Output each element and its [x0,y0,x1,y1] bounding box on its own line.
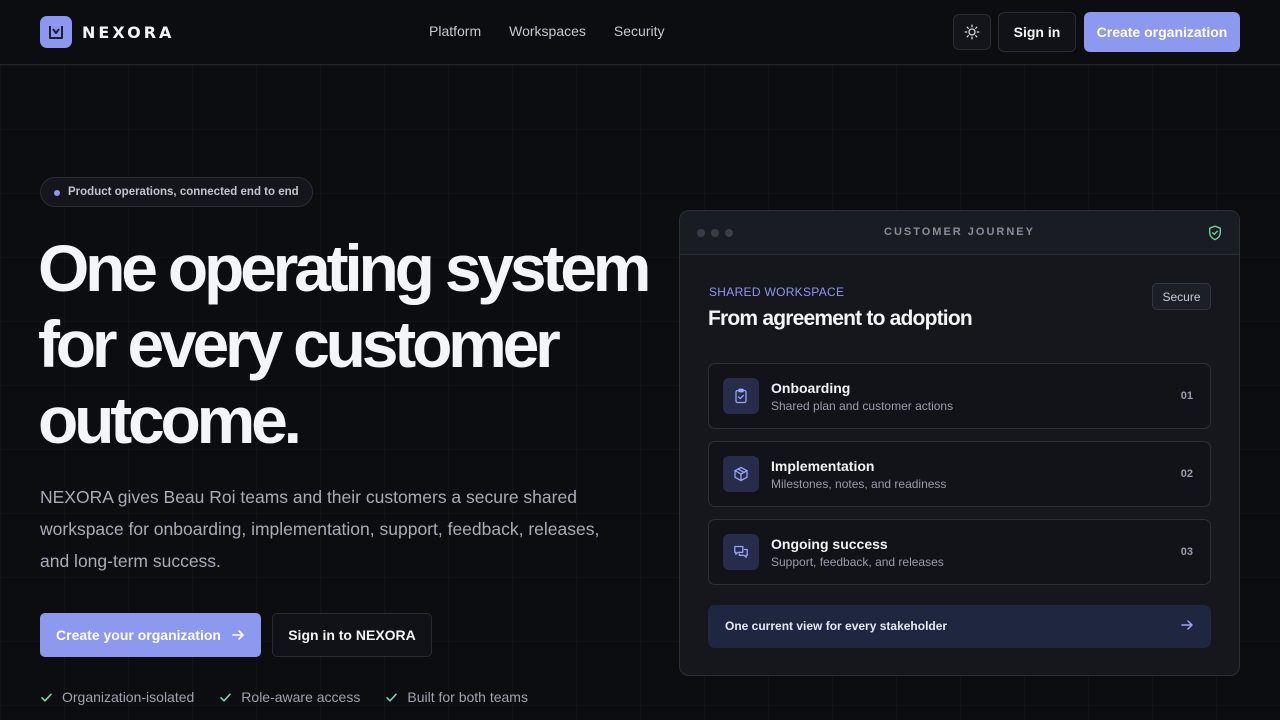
journey-step-onboarding[interactable]: Onboarding Shared plan and customer acti… [708,363,1211,429]
feature-check-item: Role-aware access [219,689,360,705]
check-icon [41,693,52,702]
hero-title: One operating system for every customer … [38,230,651,458]
theme-toggle-button[interactable] [953,14,991,50]
hero-title-line: for every customer [38,307,561,381]
step-title: Ongoing success [771,536,888,552]
nav-link-platform[interactable]: Platform [429,23,481,39]
create-organization-button[interactable]: Create organization [1084,12,1240,52]
feature-check-label: Built for both teams [407,689,528,705]
card-footer-label: One current view for every stakeholder [725,619,948,633]
step-description: Support, feedback, and releases [771,555,944,569]
step-icon-box [723,456,759,492]
sun-icon [964,24,980,40]
step-number: 01 [1180,390,1193,402]
step-icon-box [723,534,759,570]
feature-check-item: Organization-isolated [40,689,194,705]
feature-check-label: Role-aware access [241,689,361,705]
brand-name: NEXORA [82,22,175,42]
feature-check-item: Built for both teams [385,689,528,705]
package-icon [734,466,748,482]
feature-check-label: Organization-isolated [62,689,195,705]
brand[interactable]: NEXORA [40,16,174,48]
card-window-title: CUSTOMER JOURNEY [884,226,1035,238]
step-description: Milestones, notes, and readiness [771,477,947,491]
customer-journey-card: CUSTOMER JOURNEY SHARED WORKSPACE From a… [679,210,1240,676]
journey-step-implementation[interactable]: Implementation Milestones, notes, and re… [708,441,1211,507]
card-title: From agreement to adoption [708,307,973,330]
stakeholder-view-link[interactable]: One current view for every stakeholder [708,605,1211,648]
step-number: 03 [1180,546,1193,558]
main-nav: Platform Workspaces Security [429,23,692,39]
feature-checks: Organization-isolated Role-aware access … [40,689,553,705]
secure-badge: Secure [1152,283,1211,310]
logo-icon [40,16,72,48]
step-number: 02 [1180,468,1193,480]
step-description: Shared plan and customer actions [771,399,954,413]
step-title: Implementation [771,458,875,474]
top-nav-bar: NEXORA Platform Workspaces Security Sign… [0,0,1280,65]
sign-in-to-nexora-button[interactable]: Sign in to NEXORA [272,613,432,657]
hero-badge-label: Product operations, connected end to end [68,186,299,198]
step-title: Onboarding [771,380,851,396]
step-icon-box [723,378,759,414]
hero-badge: Product operations, connected end to end [40,177,313,207]
journey-step-ongoing-success[interactable]: Ongoing success Support, feedback, and r… [708,519,1211,585]
chat-icon [734,545,748,558]
nav-link-security[interactable]: Security [614,23,665,39]
hero-subtitle: NEXORA gives Beau Roi teams and their cu… [40,487,600,571]
badge-dot [54,190,60,196]
hero-title-line: One operating system [38,231,651,305]
cta-primary-label: Create your organization [56,627,221,643]
shield-check-icon [1209,225,1221,241]
arrow-right-icon [1181,620,1193,630]
clipboard-check-icon [735,388,747,404]
card-kicker: SHARED WORKSPACE [709,285,845,299]
sign-in-button[interactable]: Sign in [998,12,1076,52]
hero-title-line: outcome. [38,383,302,457]
arrow-right-icon [232,630,244,640]
check-icon [220,693,232,702]
check-icon [386,693,398,702]
card-window-bar: CUSTOMER JOURNEY [680,211,1239,255]
create-your-organization-button[interactable]: Create your organization [40,613,261,657]
nav-link-workspaces[interactable]: Workspaces [509,23,586,39]
